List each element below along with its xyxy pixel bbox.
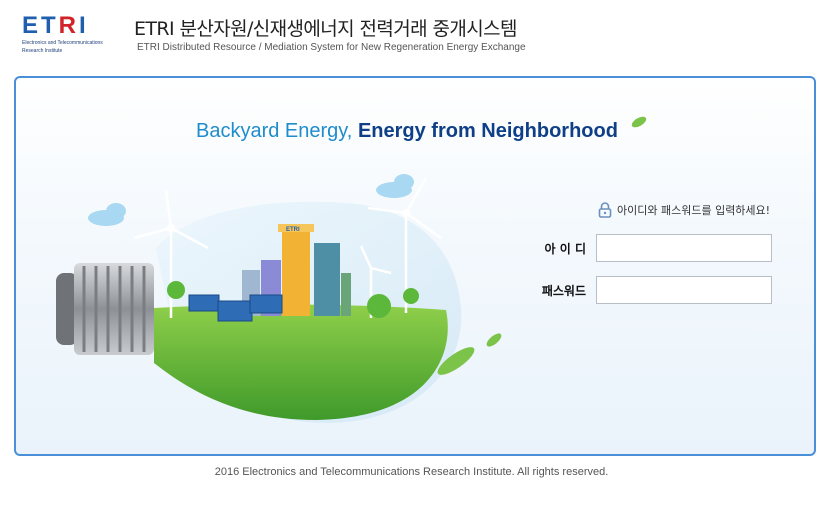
slogan: Backyard Energy, Energy from Neighborhoo…	[196, 120, 618, 143]
login-notice-text: 아이디와 패스워드를 입력하세요!	[617, 204, 771, 217]
password-label: 패스워드	[541, 283, 586, 298]
logo-wordmark: ETRI	[22, 12, 89, 39]
id-label: 아 이 디	[544, 241, 586, 256]
password-input[interactable]	[596, 276, 772, 304]
logo-subtitle-line1: Electronics and Telecommunications	[22, 40, 103, 46]
lock-icon	[598, 202, 612, 218]
id-input[interactable]	[596, 234, 772, 262]
slogan-light: Backyard Energy,	[196, 120, 358, 142]
system-title: ETRI 분산자원/신재생에너지 전력거래 중개시스템	[134, 18, 517, 40]
id-row: 아 이 디	[538, 234, 772, 262]
logo-subtitle-line2: Research Institute	[22, 48, 63, 54]
footer-copyright: 2016 Electronics and Telecommunications …	[214, 466, 609, 478]
etri-logo: ETRI Electronics and Telecommunications …	[22, 12, 117, 55]
slogan-bold: Energy from Neighborhood	[357, 120, 618, 142]
building-etri-sign: ETRI	[286, 227, 300, 233]
login-panel: ETRI Backyard Energy, Energy from Neighb…	[14, 76, 816, 456]
login-notice: 아이디와 패스워드를 입력하세요!	[598, 202, 770, 218]
password-row: 패스워드	[538, 276, 772, 304]
bulb-base	[56, 263, 154, 355]
system-subtitle: ETRI Distributed Resource / Mediation Sy…	[137, 42, 526, 53]
